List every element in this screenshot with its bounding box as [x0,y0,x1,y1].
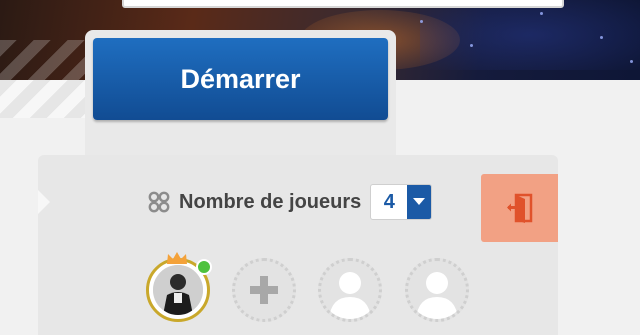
avatar [153,265,203,315]
panel-notch [38,190,50,214]
crown-icon [167,252,187,264]
banner-star [630,60,633,63]
player-count-row: Nombre de joueurs 4 [148,184,433,220]
player-count-value: 4 [383,190,395,213]
exit-door-icon [506,193,532,223]
person-silhouette-icon [329,272,371,319]
top-input-field[interactable] [122,0,564,8]
empty-player-slot[interactable] [405,258,469,322]
leave-room-button[interactable] [481,174,558,242]
stripe-decoration [0,40,86,80]
player-count-select[interactable]: 4 [370,184,433,220]
players-cluster-icon [148,191,170,213]
banner-star [600,36,603,39]
banner-star [540,12,543,15]
banner-glow [420,0,640,70]
add-player-slot[interactable] [232,258,296,322]
empty-player-slot[interactable] [318,258,382,322]
banner-star [420,20,423,23]
banner-star [470,44,473,47]
chevron-down-icon[interactable] [407,185,432,219]
person-silhouette-icon [416,272,458,319]
lobby-panel [38,155,558,335]
plus-icon [250,276,278,304]
stripe-decoration [0,80,90,118]
player-count-label: Nombre de joueurs [179,190,362,213]
start-button[interactable]: Démarrer [93,38,388,120]
online-status-dot [196,259,212,275]
